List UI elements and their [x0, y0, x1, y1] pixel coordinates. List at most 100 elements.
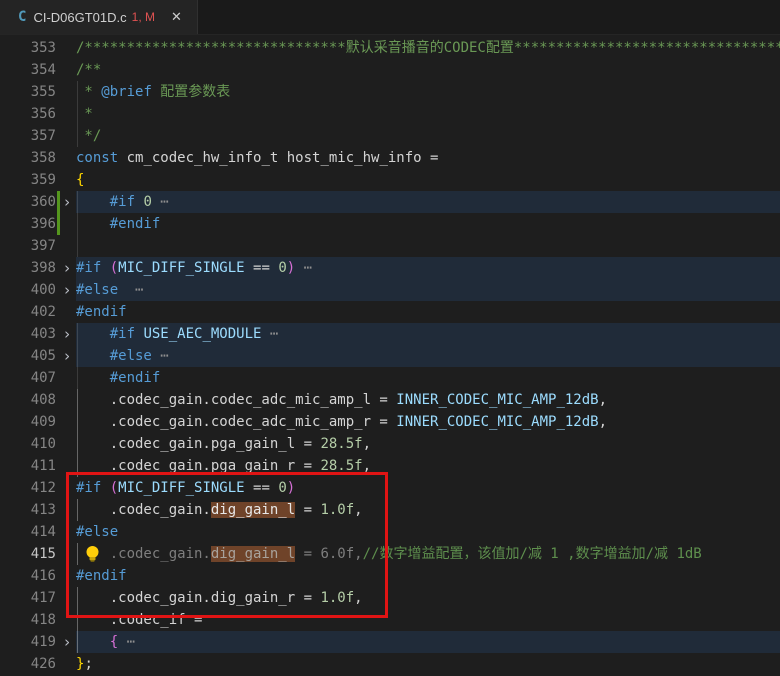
gutter[interactable]: 356	[0, 103, 76, 125]
gutter[interactable]: 405›	[0, 345, 76, 367]
code-content[interactable]: #endif	[76, 565, 780, 587]
code-content[interactable]: /*******************************默认采音播音的C…	[76, 37, 780, 59]
gutter[interactable]: 355	[0, 81, 76, 103]
gutter[interactable]: 408	[0, 389, 76, 411]
code-content[interactable]: #endif	[76, 301, 780, 323]
code-line[interactable]: 359{	[0, 169, 780, 191]
code-line[interactable]: 419› { ⋯	[0, 631, 780, 653]
gutter[interactable]: 398›	[0, 257, 76, 279]
code-content[interactable]: const cm_codec_hw_info_t host_mic_hw_inf…	[76, 147, 780, 169]
code-content[interactable]: #if (MIC_DIFF_SINGLE == 0) ⋯	[76, 257, 780, 279]
line-number[interactable]: 400	[0, 279, 56, 301]
code-content[interactable]: .codec_gain.codec_adc_mic_amp_r = INNER_…	[76, 411, 780, 433]
gutter[interactable]: 354	[0, 59, 76, 81]
fold-chevron-icon[interactable]: ›	[59, 631, 75, 653]
fold-chevron-icon[interactable]: ›	[59, 257, 75, 279]
gutter[interactable]: 357	[0, 125, 76, 147]
line-number[interactable]: 410	[0, 433, 56, 455]
gutter[interactable]: 403›	[0, 323, 76, 345]
code-line[interactable]: 416#endif	[0, 565, 780, 587]
gutter[interactable]: 418	[0, 609, 76, 631]
gutter[interactable]: 353	[0, 37, 76, 59]
line-number[interactable]: 414	[0, 521, 56, 543]
line-number[interactable]: 426	[0, 653, 56, 675]
line-number[interactable]: 353	[0, 37, 56, 59]
gutter[interactable]: 417	[0, 587, 76, 609]
code-content[interactable]: #else	[76, 521, 780, 543]
code-content[interactable]: * @brief 配置参数表	[76, 81, 780, 103]
line-number[interactable]: 418	[0, 609, 56, 631]
gutter[interactable]: 413	[0, 499, 76, 521]
code-line[interactable]: 356 *	[0, 103, 780, 125]
gutter[interactable]: 360›	[0, 191, 76, 213]
code-content[interactable]: {	[76, 169, 780, 191]
fold-chevron-icon[interactable]: ›	[59, 279, 75, 301]
code-content[interactable]: */	[76, 125, 780, 147]
gutter[interactable]: 411	[0, 455, 76, 477]
line-number[interactable]: 409	[0, 411, 56, 433]
line-number[interactable]: 356	[0, 103, 56, 125]
code-line[interactable]: 357 */	[0, 125, 780, 147]
gutter[interactable]: 359	[0, 169, 76, 191]
code-line[interactable]: 413 .codec_gain.dig_gain_l = 1.0f,	[0, 499, 780, 521]
code-line[interactable]: 353 /*******************************默认采音播…	[0, 37, 780, 59]
gutter[interactable]: 396	[0, 213, 76, 235]
gutter[interactable]: 358	[0, 147, 76, 169]
line-number[interactable]: 419	[0, 631, 56, 653]
code-content[interactable]: #else ⋯	[76, 279, 780, 301]
code-line[interactable]: 412#if (MIC_DIFF_SINGLE == 0)	[0, 477, 780, 499]
code-line[interactable]: 400›#else ⋯	[0, 279, 780, 301]
code-line[interactable]: 405› #else ⋯	[0, 345, 780, 367]
gutter[interactable]: 415	[0, 543, 76, 565]
line-number[interactable]: 360	[0, 191, 56, 213]
gutter[interactable]: 410	[0, 433, 76, 455]
code-line[interactable]: 408 .codec_gain.codec_adc_mic_amp_l = IN…	[0, 389, 780, 411]
line-number[interactable]: 402	[0, 301, 56, 323]
code-line[interactable]: 410 .codec_gain.pga_gain_l = 28.5f,	[0, 433, 780, 455]
code-editor[interactable]: 353 /*******************************默认采音播…	[0, 35, 780, 675]
gutter[interactable]: 416	[0, 565, 76, 587]
code-content[interactable]: .codec_gain.codec_adc_mic_amp_l = INNER_…	[76, 389, 780, 411]
fold-chevron-icon[interactable]: ›	[59, 191, 75, 213]
line-number[interactable]: 411	[0, 455, 56, 477]
fold-chevron-icon[interactable]: ›	[59, 323, 75, 345]
code-line[interactable]: 415 .codec_gain.dig_gain_l = 6.0f,//数字增益…	[0, 543, 780, 565]
code-line[interactable]: 396 #endif	[0, 213, 780, 235]
code-content[interactable]: .codec_gain.dig_gain_l = 6.0f,//数字增益配置，该…	[76, 543, 780, 565]
gutter[interactable]: 407	[0, 367, 76, 389]
code-content[interactable]: };	[76, 653, 780, 675]
code-line[interactable]: 355 * @brief 配置参数表	[0, 81, 780, 103]
code-content[interactable]: #endif	[76, 213, 780, 235]
code-content[interactable]: #if 0 ⋯	[76, 191, 780, 213]
code-content[interactable]: .codec_gain.pga_gain_l = 28.5f,	[76, 433, 780, 455]
line-number[interactable]: 407	[0, 367, 56, 389]
line-number[interactable]: 403	[0, 323, 56, 345]
gutter[interactable]: 400›	[0, 279, 76, 301]
line-number[interactable]: 396	[0, 213, 56, 235]
line-number[interactable]: 358	[0, 147, 56, 169]
code-line[interactable]: 354/**	[0, 59, 780, 81]
gutter[interactable]: 397	[0, 235, 76, 257]
code-line[interactable]: 403› #if USE_AEC_MODULE ⋯	[0, 323, 780, 345]
code-content[interactable]: { ⋯	[76, 631, 780, 653]
code-line[interactable]: 417 .codec_gain.dig_gain_r = 1.0f,	[0, 587, 780, 609]
code-line[interactable]: 402 #endif	[0, 301, 780, 323]
line-number[interactable]: 357	[0, 125, 56, 147]
code-line[interactable]: 360› #if 0 ⋯	[0, 191, 780, 213]
close-tab-icon[interactable]: ✕	[168, 8, 185, 26]
line-number[interactable]: 405	[0, 345, 56, 367]
fold-chevron-icon[interactable]: ›	[59, 345, 75, 367]
code-line[interactable]: 426};	[0, 653, 780, 675]
gutter[interactable]: 402	[0, 301, 76, 323]
code-content[interactable]: /**	[76, 59, 780, 81]
code-content[interactable]: .codec_if =	[76, 609, 780, 631]
code-content[interactable]: #endif	[76, 367, 780, 389]
code-content[interactable]: *	[76, 103, 780, 125]
gutter[interactable]: 412	[0, 477, 76, 499]
line-number[interactable]: 415	[0, 543, 56, 565]
line-number[interactable]: 408	[0, 389, 56, 411]
code-line[interactable]: 414 #else	[0, 521, 780, 543]
code-content[interactable]: #else ⋯	[76, 345, 780, 367]
gutter[interactable]: 409	[0, 411, 76, 433]
gutter[interactable]: 414	[0, 521, 76, 543]
